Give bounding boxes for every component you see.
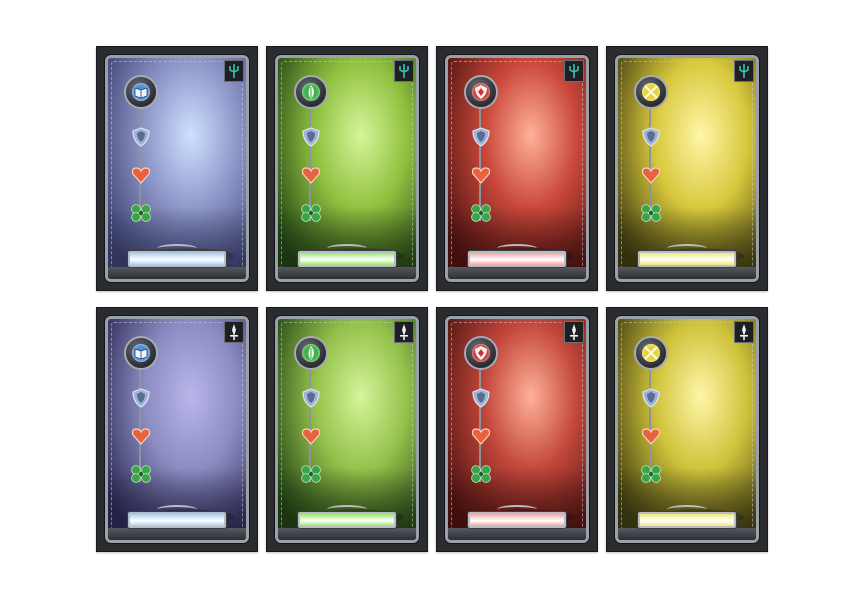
hero-card-rogue-dark[interactable] [606,307,768,552]
health-heart-icon [300,425,322,447]
name-plate [468,244,566,267]
card-frame [105,316,249,543]
crossed-swords-icon [642,83,660,101]
hero-card-witch-dark[interactable] [96,307,258,552]
trident-faction-icon [394,60,414,82]
leaf-icon [302,344,320,362]
health-heart-icon [640,164,662,186]
defense-shield-icon [300,126,322,148]
card-footplate [108,267,246,279]
luck-clover-icon [470,463,492,485]
name-plate [638,244,736,267]
defense-shield-icon [640,387,662,409]
card-frame [615,316,759,543]
health-heart-icon [470,164,492,186]
hero-card-paladin-light[interactable] [436,46,598,291]
health-heart-icon [130,164,152,186]
luck-clover-icon [300,202,322,224]
class-book-icon [124,336,158,370]
defense-shield-icon [300,387,322,409]
card-frame [275,55,419,282]
card-frame [615,55,759,282]
card-frame [445,55,589,282]
luck-clover-icon [470,202,492,224]
name-plate [298,505,396,528]
defense-shield-icon [640,126,662,148]
book-icon [132,344,150,362]
card-frame [275,316,419,543]
card-footplate [618,528,756,540]
card-footplate [618,267,756,279]
name-plate [298,244,396,267]
luck-clover-icon [130,463,152,485]
defense-shield-icon [470,126,492,148]
name-plate [128,244,226,267]
card-footplate [278,528,416,540]
defense-shield-icon [130,126,152,148]
card-footplate [448,528,586,540]
dagger-faction-icon [394,321,414,343]
book-icon [132,83,150,101]
dagger-faction-icon [224,321,244,343]
dagger-faction-icon [564,321,584,343]
shield-icon [472,83,490,101]
card-frame [445,316,589,543]
health-heart-icon [470,425,492,447]
hero-card-elf-light[interactable] [606,46,768,291]
card-footplate [108,528,246,540]
card-grid [0,0,862,600]
class-leaf-icon [294,336,328,370]
class-book-icon [124,75,158,109]
crossed-swords-icon [642,344,660,362]
leaf-icon [302,83,320,101]
name-plate [128,505,226,528]
trident-faction-icon [734,60,754,82]
class-shield-icon [464,75,498,109]
hero-card-mage-light[interactable] [96,46,258,291]
hero-card-dwarf-dark[interactable] [266,307,428,552]
trident-faction-icon [224,60,244,82]
health-heart-icon [300,164,322,186]
name-plate [468,505,566,528]
class-crossed-swords-icon [634,336,668,370]
health-heart-icon [640,425,662,447]
class-leaf-icon [294,75,328,109]
dagger-faction-icon [734,321,754,343]
class-crossed-swords-icon [634,75,668,109]
card-frame [105,55,249,282]
health-heart-icon [130,425,152,447]
luck-clover-icon [640,202,662,224]
class-shield-icon [464,336,498,370]
hero-card-ranger-light[interactable] [266,46,428,291]
card-footplate [448,267,586,279]
defense-shield-icon [470,387,492,409]
name-plate [638,505,736,528]
trident-faction-icon [564,60,584,82]
defense-shield-icon [130,387,152,409]
card-footplate [278,267,416,279]
luck-clover-icon [130,202,152,224]
shield-icon [472,344,490,362]
luck-clover-icon [640,463,662,485]
luck-clover-icon [300,463,322,485]
hero-card-barbarian-dark[interactable] [436,307,598,552]
